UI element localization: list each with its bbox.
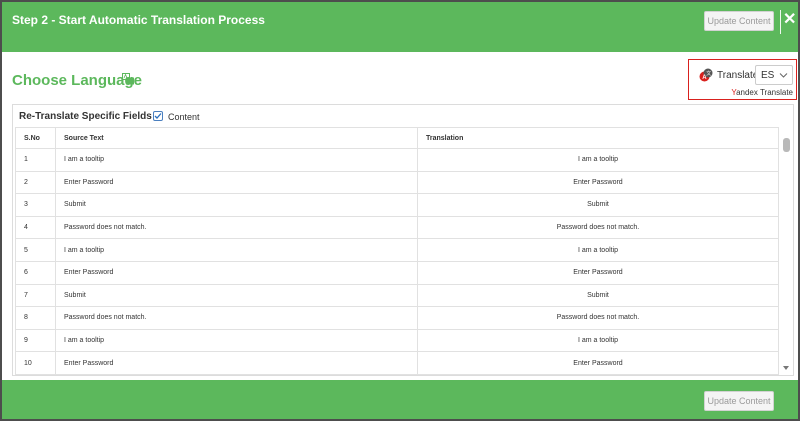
update-content-button-top[interactable]: Update Content — [704, 11, 774, 31]
col-header-translation: Translation — [417, 127, 779, 149]
row-number: 4 — [15, 215, 56, 240]
language-select[interactable]: ES — [755, 65, 793, 85]
table-row: 4 Password does not match. Password does n… — [15, 215, 779, 240]
check-icon — [154, 113, 162, 119]
table-row: 6 Enter Password Enter Password — [15, 260, 779, 285]
chevron-down-icon — [779, 73, 788, 78]
content-checkbox[interactable] — [153, 111, 163, 121]
retranslate-panel: Re-Translate Specific Fields : Content S… — [12, 104, 794, 376]
close-icon[interactable]: ✕ — [783, 11, 796, 29]
row-number: 3 — [15, 193, 56, 217]
table-row: 9I am a tooltip I am a tooltip — [15, 328, 779, 353]
svg-text:文: 文 — [706, 70, 711, 77]
table-row: 7 Submit Submit — [15, 283, 779, 308]
content-checkbox-label: Content — [168, 112, 200, 122]
translation-text[interactable]: Enter Password — [417, 351, 779, 375]
source-text: Password does not match. — [55, 306, 418, 330]
backdrop: Step 2 - Start Automatic Translation Pro… — [0, 0, 800, 421]
translation-text[interactable]: Enter Password — [417, 260, 779, 285]
language-select-value: ES — [761, 70, 775, 81]
translation-text[interactable]: Password does not match. — [417, 215, 779, 240]
source-text: Submit — [55, 193, 418, 217]
table-header-row: S.No Source Text Translation — [15, 127, 779, 149]
dialog-title: Step 2 - Start Automatic Translation Pro… — [12, 13, 265, 27]
translation-text[interactable]: Submit — [417, 193, 779, 217]
table-row: 3 Submit Submit — [15, 193, 779, 217]
dialog-footer: Update Content — [2, 380, 798, 419]
translation-table: S.No Source Text Translation 1I am a too… — [15, 127, 779, 375]
row-number: 8 — [15, 306, 56, 330]
translate-logo-icon: A 文 — [699, 68, 713, 82]
source-text: I am a tooltip — [55, 148, 418, 172]
header-divider — [780, 10, 781, 34]
translation-text[interactable]: I am a tooltip — [417, 238, 779, 262]
scroll-down-icon[interactable] — [783, 366, 789, 370]
table-row: 10 Enter Password Enter Password — [15, 351, 779, 375]
table-row: 5I am a tooltip I am a tooltip — [15, 238, 779, 262]
translation-text[interactable]: I am a tooltip — [417, 148, 779, 172]
table-row: 8 Password does not match. Password does n… — [15, 306, 779, 330]
retranslate-label: Re-Translate Specific Fields : — [19, 111, 158, 122]
dialog-header: Step 2 - Start Automatic Translation Pro… — [2, 2, 798, 52]
source-text: I am a tooltip — [55, 238, 418, 262]
provider-name: andex Translate — [736, 88, 793, 97]
provider-credit: Yandex Translate — [731, 88, 793, 97]
source-text: Submit — [55, 283, 418, 308]
translation-text[interactable]: I am a tooltip — [417, 328, 779, 353]
row-number: 5 — [15, 238, 56, 262]
language-icon[interactable] — [122, 73, 134, 85]
row-number: 9 — [15, 328, 56, 353]
update-content-button-bottom[interactable]: Update Content — [704, 391, 774, 411]
source-text: Enter Password — [55, 170, 418, 195]
row-number: 1 — [15, 148, 56, 172]
row-number: 6 — [15, 260, 56, 285]
col-header-source: Source Text — [55, 127, 418, 149]
translation-text[interactable]: Submit — [417, 283, 779, 308]
translation-text[interactable]: Enter Password — [417, 170, 779, 195]
row-number: 10 — [15, 351, 56, 375]
scrollbar-thumb[interactable] — [783, 138, 790, 152]
col-header-sno: S.No — [15, 127, 56, 149]
source-text: I am a tooltip — [55, 328, 418, 353]
translate-widget: A 文 Translate ES Yandex Translate — [688, 59, 797, 100]
row-number: 7 — [15, 283, 56, 308]
row-number: 2 — [15, 170, 56, 195]
source-text: Enter Password — [55, 260, 418, 285]
table-row: 2 Enter Password Enter Password — [15, 170, 779, 195]
source-text: Password does not match. — [55, 215, 418, 240]
translate-label: Translate — [717, 70, 759, 81]
table-row: 1I am a tooltip I am a tooltip — [15, 148, 779, 172]
translation-dialog: Step 2 - Start Automatic Translation Pro… — [2, 2, 798, 419]
source-text: Enter Password — [55, 351, 418, 375]
translation-text[interactable]: Password does not match. — [417, 306, 779, 330]
